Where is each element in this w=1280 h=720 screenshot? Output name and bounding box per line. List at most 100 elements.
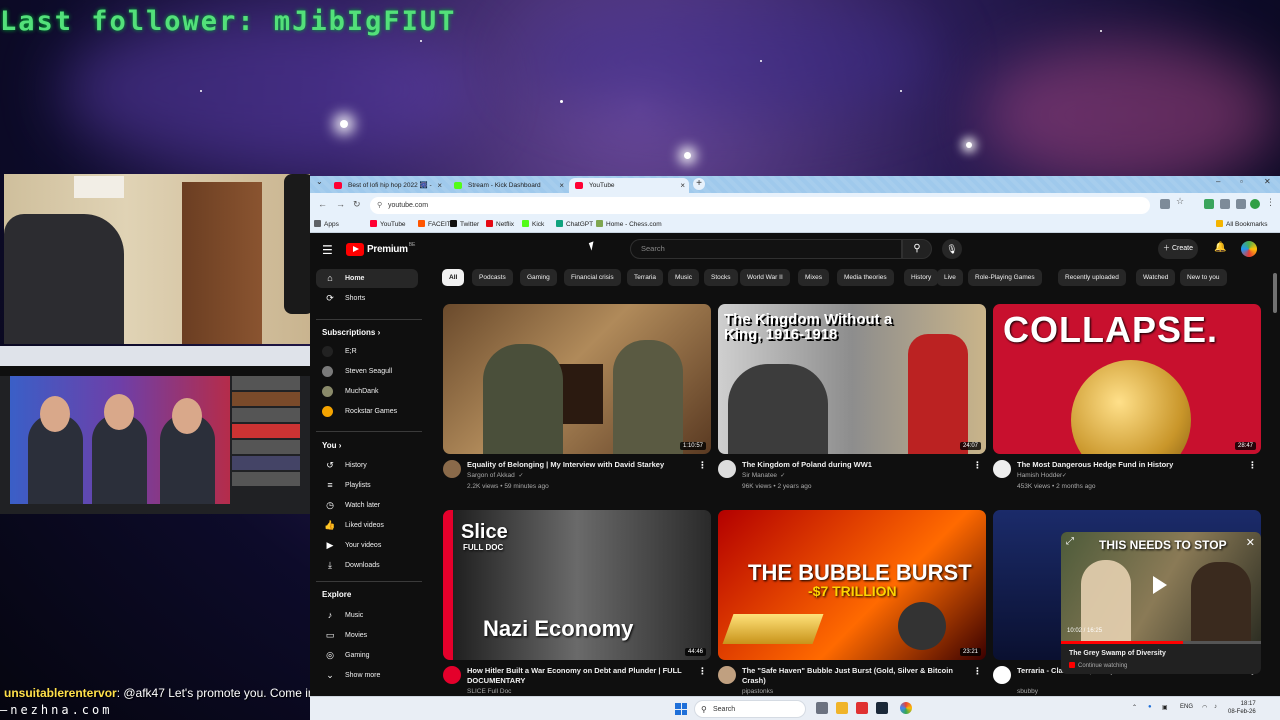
search-input[interactable]: Search xyxy=(630,239,902,259)
video-title[interactable]: The Kingdom of Poland during WW1 xyxy=(742,460,977,470)
subscription-item[interactable]: Steven Seagull xyxy=(316,362,418,381)
chip-role-playing-games[interactable]: Role-Playing Games xyxy=(968,269,1042,286)
address-bar[interactable]: ⚲ youtube.com xyxy=(370,197,1150,214)
video-card[interactable]: THE BUBBLE BURST -$7 TRILLION 23:21 The "Sa… xyxy=(718,510,986,696)
video-thumbnail[interactable]: 1:10:57 xyxy=(443,304,711,454)
all-bookmarks[interactable]: All Bookmarks xyxy=(1216,220,1268,228)
more-options-icon[interactable]: ⋮ xyxy=(698,460,707,471)
chip-stocks[interactable]: Stocks xyxy=(704,269,738,286)
video-title[interactable]: How Hitler Built a War Economy on Debt a… xyxy=(467,666,702,686)
sidebar-item-home[interactable]: ⌂ Home xyxy=(316,269,418,288)
video-thumbnail[interactable]: THE BUBBLE BURST -$7 TRILLION 23:21 xyxy=(718,510,986,660)
sidebar-item-watch-later[interactable]: ◷ Watch later xyxy=(316,496,418,515)
sidebar-item-gaming[interactable]: ◎ Gaming xyxy=(316,646,418,665)
sidebar-item-your-videos[interactable]: ▶ Your videos xyxy=(316,536,418,555)
bookmark-chatgpt[interactable]: ChatGPT xyxy=(556,220,593,228)
tab-kick-dashboard[interactable]: Stream - Kick Dashboard × xyxy=(448,178,568,193)
chip-all[interactable]: All xyxy=(442,269,465,286)
reload-icon[interactable]: ↻ xyxy=(353,199,361,210)
back-icon[interactable]: ← xyxy=(318,199,327,209)
extension-icon[interactable] xyxy=(1220,199,1230,209)
chip-live[interactable]: Live xyxy=(937,269,963,286)
chip-watched[interactable]: Watched xyxy=(1136,269,1176,286)
sidebar-item-downloads[interactable]: ⤓ Downloads xyxy=(316,556,418,575)
install-icon[interactable] xyxy=(1160,199,1170,209)
video-card[interactable]: COLLAPSE. 28:47 The Most Dangerous Hedge F… xyxy=(993,304,1261,494)
task-view-icon[interactable] xyxy=(816,702,828,714)
tab-lofi[interactable]: Best of lofi hip hop 2022 🎆 - × xyxy=(328,178,446,193)
continue-watching[interactable]: Continue watching xyxy=(1069,662,1127,669)
more-options-icon[interactable]: ⋮ xyxy=(1248,460,1257,471)
bookmark-youtube[interactable]: YouTube xyxy=(370,220,406,228)
chrome-icon[interactable] xyxy=(900,702,912,714)
chip-podcasts[interactable]: Podcasts xyxy=(472,269,513,286)
chip-new-to-you[interactable]: New to you xyxy=(1180,269,1227,286)
video-title[interactable]: Equality of Belonging | My Interview wit… xyxy=(467,460,702,470)
account-avatar[interactable] xyxy=(1241,241,1257,257)
close-tab-icon[interactable]: × xyxy=(680,178,685,193)
video-thumbnail[interactable]: The Kingdom Without a King, 1916-1918 24:… xyxy=(718,304,986,454)
chip-recently-uploaded[interactable]: Recently uploaded xyxy=(1058,269,1126,286)
system-clock[interactable]: 18:17 08-Feb-26 xyxy=(1228,700,1256,716)
close-tab-icon[interactable]: × xyxy=(559,178,564,193)
chip-history[interactable]: History xyxy=(904,269,939,286)
subscription-item[interactable]: E;R xyxy=(316,342,418,361)
channel-avatar[interactable] xyxy=(718,666,736,684)
sidebar-item-shorts[interactable]: ⟳ Shorts xyxy=(316,289,418,308)
chip-financial-crisis[interactable]: Financial crisis xyxy=(564,269,621,286)
bookmark-home-chess-com[interactable]: Home - Chess.com xyxy=(596,220,662,228)
site-info-icon[interactable]: ⚲ xyxy=(377,197,382,214)
chip-mixes[interactable]: Mixes xyxy=(798,269,829,286)
channel-avatar[interactable] xyxy=(993,460,1011,478)
taskbar-search[interactable]: ⚲ Search xyxy=(694,700,806,718)
create-button[interactable]: ＋ Create xyxy=(1158,239,1198,259)
channel-avatar[interactable] xyxy=(718,460,736,478)
volume-icon[interactable]: ♪ xyxy=(1214,704,1217,710)
progress-bar[interactable] xyxy=(1061,641,1261,644)
voice-search-button[interactable]: 🎙 xyxy=(942,239,962,259)
sidebar-item-history[interactable]: ↺ History xyxy=(316,456,418,475)
video-thumbnail[interactable]: COLLAPSE. 28:47 xyxy=(993,304,1261,454)
channel-name[interactable]: sbubby xyxy=(1017,688,1038,695)
bookmark-star-icon[interactable]: ☆ xyxy=(1176,196,1186,206)
maximize-icon[interactable]: ▫ xyxy=(1240,177,1243,186)
extension-icon[interactable] xyxy=(1204,199,1214,209)
channel-name[interactable]: SLICE Full Doc xyxy=(467,688,511,695)
chip-music[interactable]: Music xyxy=(668,269,699,286)
bookmark-netflix[interactable]: Netflix xyxy=(486,220,514,228)
youtube-logo[interactable]: Premium BE xyxy=(346,242,415,256)
tab-search-icon[interactable]: ⌄ xyxy=(316,177,323,186)
tab-youtube[interactable]: YouTube × xyxy=(569,178,689,193)
extensions-puzzle-icon[interactable] xyxy=(1236,199,1246,209)
channel-name[interactable]: Hamish Hodder xyxy=(1017,472,1062,479)
close-window-icon[interactable]: ✕ xyxy=(1264,177,1271,186)
chip-gaming[interactable]: Gaming xyxy=(520,269,557,286)
minimize-icon[interactable]: – xyxy=(1216,177,1220,186)
bookmark-apps[interactable]: Apps xyxy=(314,220,339,228)
you-heading[interactable]: You › xyxy=(322,441,341,450)
video-thumbnail[interactable]: Slice FULL DOC Nazi Economy 44:46 xyxy=(443,510,711,660)
sidebar-item-liked-videos[interactable]: 👍 Liked videos xyxy=(316,516,418,535)
chip-terraria[interactable]: Terraria xyxy=(627,269,664,286)
close-miniplayer-icon[interactable]: ✕ xyxy=(1246,536,1255,549)
play-icon[interactable] xyxy=(1153,576,1167,594)
video-title[interactable]: The "Safe Haven" Bubble Just Burst (Gold… xyxy=(742,666,977,686)
subscription-item[interactable]: Rockstar Games xyxy=(316,402,418,421)
more-options-icon[interactable]: ⋮ xyxy=(698,666,707,677)
app-icon[interactable] xyxy=(856,702,868,714)
close-tab-icon[interactable]: × xyxy=(437,178,442,193)
subscription-item[interactable]: MuchDank xyxy=(316,382,418,401)
page-scrollbar[interactable] xyxy=(1272,265,1278,696)
more-options-icon[interactable]: ⋮ xyxy=(973,666,982,677)
profile-icon[interactable] xyxy=(1250,199,1260,209)
forward-icon[interactable]: → xyxy=(336,199,345,209)
menu-kebab-icon[interactable]: ⋮ xyxy=(1266,197,1275,208)
notifications-bell-icon[interactable]: 🔔 xyxy=(1214,242,1226,253)
video-title[interactable]: The Most Dangerous Hedge Fund in History xyxy=(1017,460,1252,470)
channel-name[interactable]: pipastonks xyxy=(742,688,773,695)
video-card[interactable]: Slice FULL DOC Nazi Economy 44:46 How Hitler… xyxy=(443,510,711,696)
subscriptions-heading[interactable]: Subscriptions › xyxy=(322,328,380,337)
channel-name[interactable]: Sargon of Akkad xyxy=(467,472,515,479)
expand-miniplayer-icon[interactable]: ⤢ xyxy=(1066,536,1074,547)
language-indicator[interactable]: ENG xyxy=(1180,704,1193,710)
